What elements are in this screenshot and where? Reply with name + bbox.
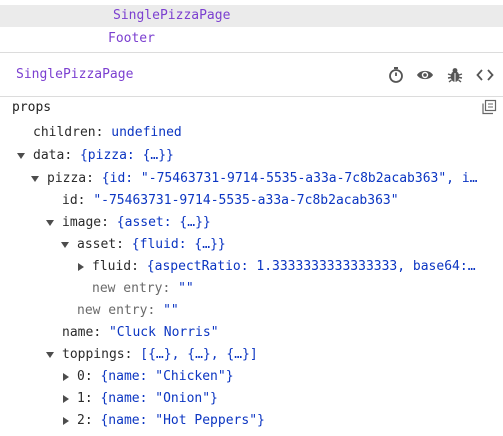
prop-row-name[interactable]: name: "Cluck Norris" <box>0 322 503 344</box>
expand-toggle-icon[interactable] <box>46 352 54 358</box>
prop-row-children[interactable]: children: undefined <box>0 122 503 144</box>
prop-value: [{…}, {…}, {…}] <box>140 347 258 362</box>
prop-value: {name: "Chicken"} <box>100 369 234 384</box>
prop-row-new-entry[interactable]: new entry: "" <box>0 278 503 300</box>
prop-row-id[interactable]: id: "-75463731-9714-5535-a33a-7c8b2acab3… <box>0 190 503 212</box>
tree-item-label: SinglePizzaPage <box>113 8 231 23</box>
prop-value: {asset: {…}} <box>116 215 211 230</box>
prop-row-asset[interactable]: asset: {fluid: {…}} <box>0 234 503 256</box>
prop-key: 0 <box>77 369 85 384</box>
prop-row-toppings[interactable]: toppings: [{…}, {…}, {…}] <box>0 344 503 366</box>
eye-icon[interactable] <box>416 66 434 84</box>
prop-row-pizza[interactable]: pizza: {id: "-75463731-9714-5535-a33a-7c… <box>0 168 503 190</box>
expand-toggle-icon[interactable] <box>31 176 39 182</box>
inspector-header: SinglePizzaPage <box>0 53 503 97</box>
header-divider <box>0 96 503 97</box>
prop-key: fluid <box>92 259 132 274</box>
prop-key: new entry <box>77 303 148 318</box>
tree-item-footer[interactable]: Footer <box>0 28 503 50</box>
prop-value: "" <box>178 281 194 296</box>
prop-key: pizza <box>47 171 87 186</box>
expand-toggle-icon[interactable] <box>61 242 69 248</box>
expand-toggle-icon[interactable] <box>17 153 25 159</box>
prop-key: data <box>33 148 65 163</box>
prop-value: "Cluck Norris" <box>108 325 219 340</box>
prop-value: {fluid: {…}} <box>131 237 226 252</box>
expand-toggle-icon[interactable] <box>78 263 84 271</box>
prop-value: "-75463731-9714-5535-a33a-7c8b2acab363" <box>93 193 399 208</box>
code-icon[interactable] <box>476 66 494 84</box>
prop-key: asset <box>77 237 117 252</box>
prop-value: {aspectRatio: 1.3333333333333333, base64… <box>146 259 476 274</box>
prop-row-topping[interactable]: 0: {name: "Chicken"} <box>0 366 503 388</box>
prop-row-topping[interactable]: 1: {name: "Onion"} <box>0 388 503 410</box>
prop-value: {name: "Onion"} <box>100 391 218 406</box>
prop-key: children <box>33 125 96 140</box>
selected-component-name: SinglePizzaPage <box>16 67 134 82</box>
prop-value: {id: "-75463731-9714-5535-a33a-7c8b2acab… <box>101 171 478 186</box>
prop-value: "" <box>163 303 179 318</box>
expand-toggle-icon[interactable] <box>63 395 69 403</box>
props-section-title: props <box>12 100 52 115</box>
prop-row-fluid[interactable]: fluid: {aspectRatio: 1.3333333333333333,… <box>0 256 503 278</box>
prop-key: name <box>62 325 94 340</box>
prop-row-data[interactable]: data: {pizza: {…}} <box>0 145 503 167</box>
prop-key: toppings <box>62 347 125 362</box>
prop-key: 2 <box>77 413 85 428</box>
prop-value: undefined <box>111 125 182 140</box>
expand-toggle-icon[interactable] <box>46 220 54 226</box>
prop-key: 1 <box>77 391 85 406</box>
prop-row-new-entry[interactable]: new entry: "" <box>0 300 503 322</box>
prop-row-image[interactable]: image: {asset: {…}} <box>0 212 503 234</box>
component-tree: SinglePizzaPage Footer <box>0 0 503 52</box>
bug-icon[interactable] <box>446 66 464 84</box>
stopwatch-icon[interactable] <box>387 66 405 84</box>
prop-key: id <box>62 193 78 208</box>
tree-item-clipped <box>113 0 139 13</box>
prop-key: image <box>62 215 102 230</box>
prop-value: {name: "Hot Peppers"} <box>100 413 265 428</box>
expand-toggle-icon[interactable] <box>63 373 69 381</box>
expand-toggle-icon[interactable] <box>63 417 69 425</box>
copy-to-clipboard-icon[interactable] <box>481 99 497 115</box>
tree-item-singlepizzapage[interactable]: SinglePizzaPage <box>0 5 503 27</box>
tree-item-label: Footer <box>108 31 155 46</box>
prop-row-topping[interactable]: 2: {name: "Hot Peppers"} <box>0 410 503 432</box>
prop-value: {pizza: {…}} <box>79 148 174 163</box>
prop-key: new entry <box>92 281 163 296</box>
